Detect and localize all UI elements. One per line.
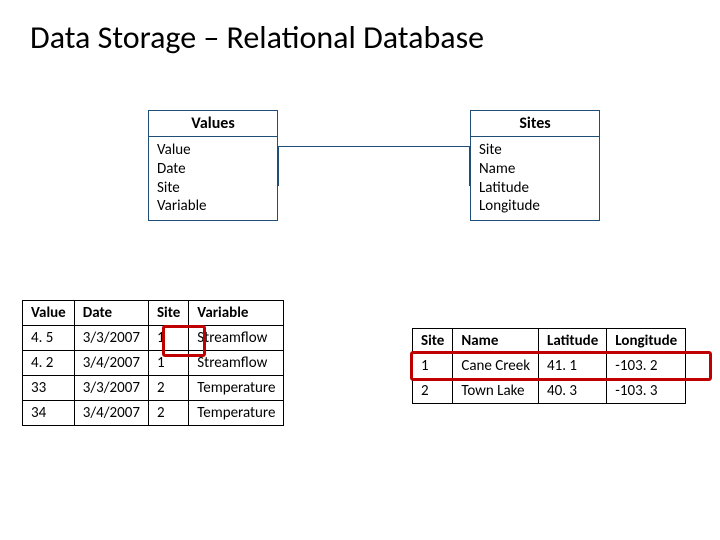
- cell: 2: [413, 379, 453, 404]
- entity-sites-header: Sites: [470, 110, 600, 137]
- cell: 4. 2: [23, 351, 75, 376]
- entity-values: Values Value Date Site Variable: [148, 110, 278, 221]
- cell: Temperature: [189, 376, 284, 401]
- col-header: Latitude: [539, 329, 607, 354]
- field: Value: [157, 141, 269, 160]
- highlight-site-row: [410, 351, 712, 381]
- table-header-row: Value Date Site Variable: [23, 301, 284, 326]
- field: Site: [479, 141, 591, 160]
- entity-sites: Sites Site Name Latitude Longitude: [470, 110, 600, 221]
- cell: 34: [23, 401, 75, 426]
- field: Latitude: [479, 179, 591, 198]
- entity-sites-fields: Site Name Latitude Longitude: [470, 137, 600, 221]
- col-header: Longitude: [607, 329, 686, 354]
- field: Longitude: [479, 197, 591, 216]
- entity-values-fields: Value Date Site Variable: [148, 137, 278, 221]
- col-header: Variable: [189, 301, 284, 326]
- table-row: 33 3/3/2007 2 Temperature: [23, 376, 284, 401]
- cell: -103. 3: [607, 379, 686, 404]
- relationship-connector: [278, 146, 470, 186]
- cell: 33: [23, 376, 75, 401]
- table-row: 34 3/4/2007 2 Temperature: [23, 401, 284, 426]
- cell: 3/4/2007: [74, 351, 148, 376]
- col-header: Site: [413, 329, 453, 354]
- cell: 3/3/2007: [74, 376, 148, 401]
- page-title: Data Storage – Relational Database: [0, 0, 720, 57]
- cell: 3/4/2007: [74, 401, 148, 426]
- field: Name: [479, 160, 591, 179]
- table-header-row: Site Name Latitude Longitude: [413, 329, 686, 354]
- field: Site: [157, 179, 269, 198]
- cell: 2: [148, 401, 188, 426]
- table-row: 2 Town Lake 40. 3 -103. 3: [413, 379, 686, 404]
- cell: 40. 3: [539, 379, 607, 404]
- cell: 3/3/2007: [74, 326, 148, 351]
- highlight-site-column: [162, 325, 206, 357]
- table-row: 4. 5 3/3/2007 1 Streamflow: [23, 326, 284, 351]
- col-header: Date: [74, 301, 148, 326]
- schema-diagram: Values Value Date Site Variable Sites Si…: [0, 110, 720, 270]
- table-row: 4. 2 3/4/2007 1 Streamflow: [23, 351, 284, 376]
- cell: Temperature: [189, 401, 284, 426]
- entity-values-header: Values: [148, 110, 278, 137]
- field: Date: [157, 160, 269, 179]
- col-header: Site: [148, 301, 188, 326]
- cell: 2: [148, 376, 188, 401]
- values-table: Value Date Site Variable 4. 5 3/3/2007 1…: [22, 300, 284, 426]
- cell: Town Lake: [453, 379, 539, 404]
- field: Variable: [157, 197, 269, 216]
- col-header: Value: [23, 301, 75, 326]
- col-header: Name: [453, 329, 539, 354]
- cell: 4. 5: [23, 326, 75, 351]
